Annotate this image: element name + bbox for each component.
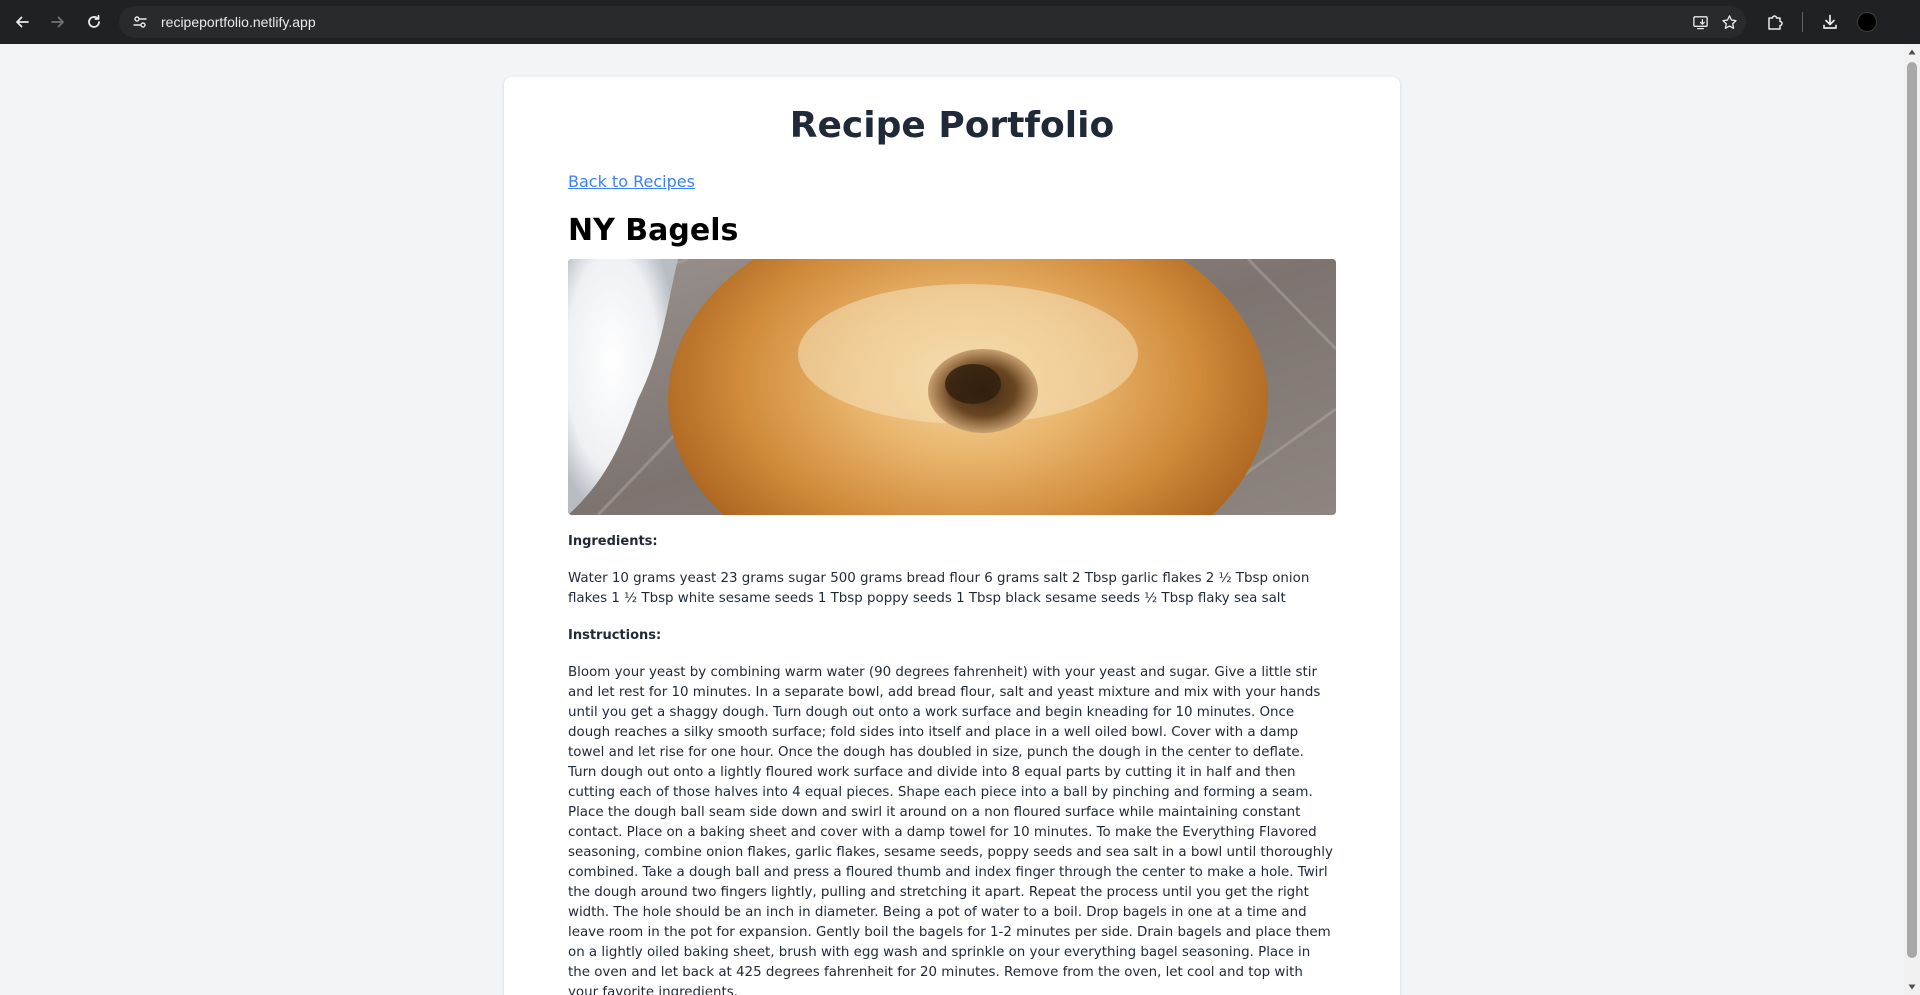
reload-button[interactable] <box>77 5 111 39</box>
back-to-recipes-link[interactable]: Back to Recipes <box>568 171 695 193</box>
page-scrollbar[interactable] <box>1904 44 1920 995</box>
url-text[interactable]: recipeportfolio.netlify.app <box>161 14 1692 30</box>
recipe-image <box>568 259 1336 515</box>
reload-icon <box>88 14 100 28</box>
instructions-label: Instructions: <box>568 628 662 643</box>
triangle-down-icon <box>1908 984 1916 990</box>
page-viewport: Recipe Portfolio Back to Recipes NY Bage… <box>0 44 1904 995</box>
back-arrow-icon <box>16 16 29 28</box>
scroll-thumb[interactable] <box>1907 62 1917 958</box>
recipe-title: NY Bagels <box>568 213 739 248</box>
ingredients-label: Ingredients: <box>568 534 658 549</box>
ingredients-text: Water 10 grams yeast 23 grams sugar 500 … <box>568 571 1310 606</box>
back-button[interactable] <box>5 5 39 39</box>
triangle-up-icon <box>1908 49 1916 55</box>
instructions-text: Bloom your yeast by combining warm water… <box>568 665 1333 995</box>
content-card: Recipe Portfolio Back to Recipes NY Bage… <box>504 77 1400 995</box>
site-settings-icon <box>133 16 147 28</box>
toolbar-divider <box>1802 12 1803 32</box>
star-icon[interactable] <box>1721 14 1738 31</box>
install-app-icon[interactable] <box>1692 14 1709 31</box>
forward-button[interactable] <box>41 5 75 39</box>
forward-arrow-icon <box>51 16 64 28</box>
browser-toolbar: recipeportfolio.netlify.app <box>0 0 1920 44</box>
address-bar[interactable]: recipeportfolio.netlify.app <box>119 6 1746 38</box>
puzzle-icon[interactable] <box>1766 13 1784 31</box>
site-title: Recipe Portfolio <box>789 105 1115 146</box>
site-info-button[interactable] <box>129 11 151 33</box>
profile-avatar[interactable] <box>1857 12 1877 32</box>
bagel-photo <box>568 259 1336 515</box>
scroll-up-arrow[interactable] <box>1908 48 1916 56</box>
scroll-down-arrow[interactable] <box>1908 983 1916 991</box>
download-icon[interactable] <box>1821 13 1839 31</box>
